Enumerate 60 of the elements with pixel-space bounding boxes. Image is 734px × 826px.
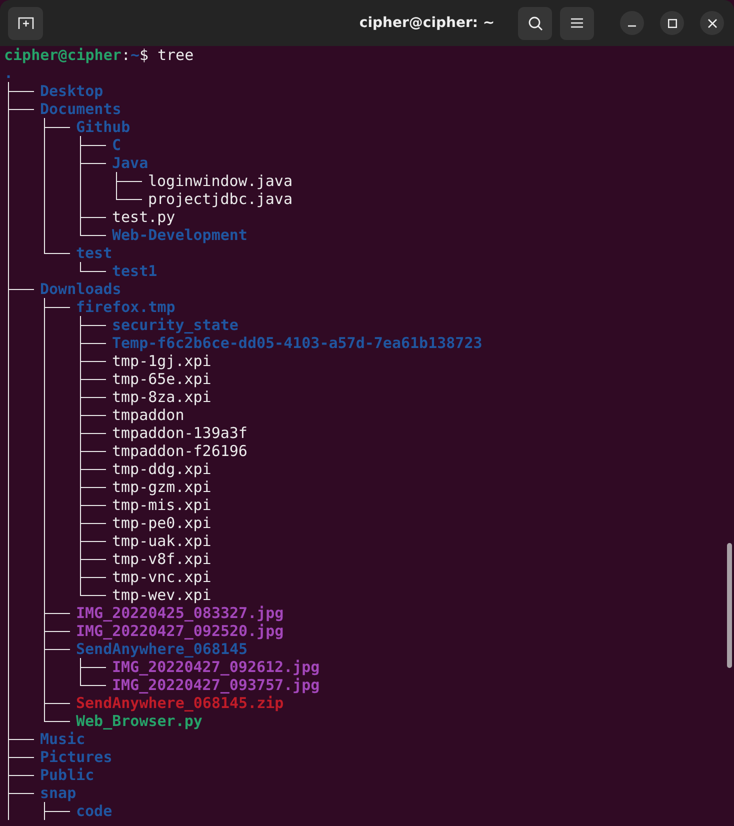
file-name: tmpaddon xyxy=(112,406,184,424)
directory-name: Downloads xyxy=(40,280,122,298)
minimize-button[interactable] xyxy=(620,11,644,35)
file-name: tmp-8za.xpi xyxy=(112,388,212,406)
file-name: tmp-uak.xpi xyxy=(112,532,212,550)
file-name: IMG_20220427_092612.jpg xyxy=(112,658,320,676)
file-name: tmp-pe0.xpi xyxy=(112,514,212,532)
directory-name: C xyxy=(112,136,122,154)
prompt-user: cipher@cipher xyxy=(4,46,122,64)
file-name: tmp-v8f.xpi xyxy=(112,550,212,568)
file-name: IMG_20220427_092520.jpg xyxy=(76,622,284,640)
file-name: tmp-ddg.xpi xyxy=(112,460,212,478)
command-text: tree xyxy=(158,46,194,64)
tree-root: . xyxy=(4,64,14,82)
file-name: tmpaddon-f26196 xyxy=(112,442,248,460)
file-name: tmp-gzm.xpi xyxy=(112,478,212,496)
file-name: tmp-1gj.xpi xyxy=(112,352,212,370)
file-name: tmp-mis.xpi xyxy=(112,496,212,514)
file-name: IMG_20220425_083327.jpg xyxy=(76,604,284,622)
close-button[interactable] xyxy=(700,11,724,35)
directory-name: Public xyxy=(40,766,94,784)
directory-name: Github xyxy=(76,118,130,136)
file-name: projectjdbc.java xyxy=(148,190,292,208)
directory-name: Desktop xyxy=(40,82,104,100)
new-tab-icon xyxy=(18,16,34,30)
maximize-icon xyxy=(668,18,676,28)
file-name: test.py xyxy=(112,208,176,226)
menu-button[interactable] xyxy=(560,6,594,40)
file-name: IMG_20220427_093757.jpg xyxy=(112,676,320,694)
directory-name: Documents xyxy=(40,100,122,118)
search-icon xyxy=(528,16,542,30)
directory-name: test1 xyxy=(112,262,158,280)
search-button[interactable] xyxy=(518,6,552,40)
file-name: SendAnywhere_068145.zip xyxy=(76,694,284,712)
prompt-path: ~ xyxy=(130,46,140,64)
directory-name: Java xyxy=(112,154,148,172)
file-name: Web_Browser.py xyxy=(76,712,202,730)
maximize-button[interactable] xyxy=(660,11,684,35)
directory-name: Music xyxy=(40,730,86,748)
directory-name: Temp-f6c2b6ce-dd05-4103-a57d-7ea61b138723 xyxy=(112,334,482,352)
file-name: tmp-65e.xpi xyxy=(112,370,212,388)
directory-name: snap xyxy=(40,784,76,802)
directory-name: security_state xyxy=(112,316,238,334)
menu-icon xyxy=(571,18,583,28)
file-name: tmp-vnc.xpi xyxy=(112,568,212,586)
file-name: tmpaddon-139a3f xyxy=(112,424,248,442)
scrollbar-thumb[interactable] xyxy=(727,543,732,668)
directory-name: test xyxy=(76,244,112,262)
prompt-separator: : xyxy=(121,46,130,64)
prompt-symbol: $ xyxy=(139,46,148,64)
directory-name: Web-Development xyxy=(112,226,248,244)
directory-name: Pictures xyxy=(40,748,112,766)
new-tab-button[interactable] xyxy=(8,6,43,40)
directory-name: firefox.tmp xyxy=(76,298,176,316)
directory-name: code xyxy=(76,802,112,820)
close-icon xyxy=(708,18,716,28)
file-name: loginwindow.java xyxy=(148,172,292,190)
window-title: cipher@cipher: ~ xyxy=(359,14,495,32)
directory-name: SendAnywhere_068145 xyxy=(76,640,248,658)
file-name: tmp-wev.xpi xyxy=(112,586,212,604)
